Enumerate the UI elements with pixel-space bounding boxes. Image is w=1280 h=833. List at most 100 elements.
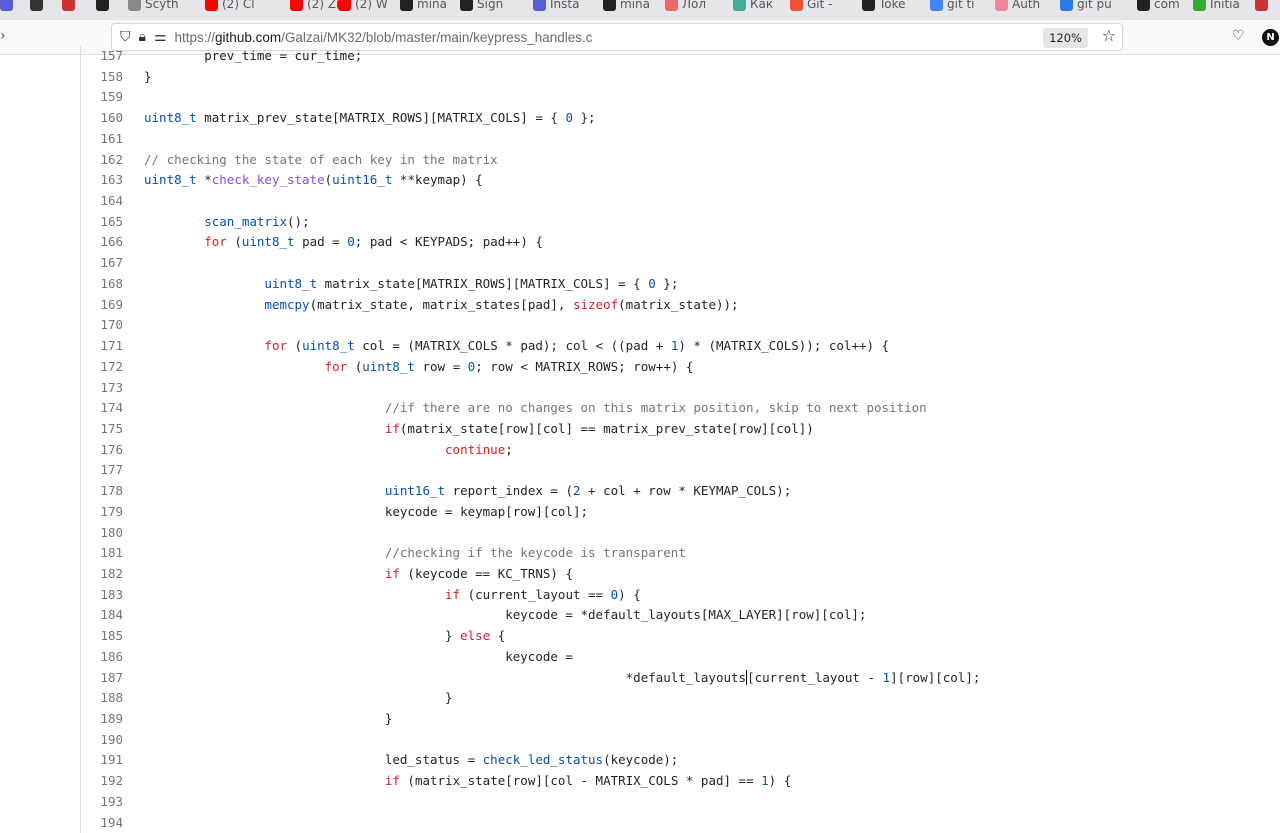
code-line: 173 xyxy=(81,378,1280,399)
code-token: for xyxy=(204,234,227,250)
browser-tab[interactable] xyxy=(62,0,79,14)
code-line: 186 keycode = xyxy=(81,647,1280,668)
line-number[interactable]: 194 xyxy=(81,813,123,833)
lock-icon[interactable]: 🔒︎ xyxy=(139,29,146,45)
tab-bar: Scyth (2) Cl (2) Zr (2) W mina Sign Insta mina Л… xyxy=(0,0,1280,20)
line-number[interactable]: 191 xyxy=(81,750,123,771)
line-number[interactable]: 168 xyxy=(81,274,123,295)
code-token: uint8_t xyxy=(144,110,197,126)
line-number[interactable]: 166 xyxy=(81,232,123,253)
back-icon[interactable]: › xyxy=(0,28,6,44)
code-line: 172 for (uint8_t row = 0; row < MATRIX_R… xyxy=(81,357,1280,378)
line-number[interactable]: 183 xyxy=(81,585,123,606)
line-number[interactable]: 190 xyxy=(81,730,123,751)
line-number[interactable]: 161 xyxy=(81,129,123,150)
browser-tab[interactable] xyxy=(96,0,113,14)
tab-favicon-icon xyxy=(1255,0,1268,11)
code-line: 170 xyxy=(81,315,1280,336)
browser-tab[interactable]: Auth xyxy=(995,0,1040,14)
line-number[interactable]: 186 xyxy=(81,647,123,668)
line-number[interactable]: 160 xyxy=(81,108,123,129)
browser-tab[interactable]: mina xyxy=(400,0,447,14)
line-number[interactable]: 179 xyxy=(81,502,123,523)
line-number[interactable]: 187 xyxy=(81,668,123,689)
line-number[interactable]: 193 xyxy=(81,792,123,813)
code-token: (keycode == KC_TRNS) { xyxy=(399,565,573,581)
line-number[interactable]: 175 xyxy=(81,419,123,440)
line-number[interactable]: 176 xyxy=(81,440,123,461)
browser-tab[interactable]: Initia xyxy=(1193,0,1240,14)
code-token: ; pad < KEYPADS; pad++) { xyxy=(354,234,543,250)
code-text: keycode = keymap[row][col]; xyxy=(123,502,588,523)
browser-tab[interactable]: Sign xyxy=(460,0,503,14)
browser-tab[interactable] xyxy=(1255,0,1272,14)
tab-label: git pu xyxy=(1077,0,1112,11)
url-text[interactable]: https://github.com/Galzai/MK32/blob/mast… xyxy=(175,30,593,45)
line-number[interactable]: 170 xyxy=(81,315,123,336)
line-number[interactable]: 157 xyxy=(81,46,123,67)
line-number[interactable]: 171 xyxy=(81,336,123,357)
line-number[interactable]: 167 xyxy=(81,253,123,274)
line-number[interactable]: 159 xyxy=(81,87,123,108)
line-number[interactable]: 174 xyxy=(81,398,123,419)
browser-tab[interactable]: mina xyxy=(603,0,650,14)
code-text: prev_time = cur_time; xyxy=(123,46,362,67)
line-number[interactable]: 182 xyxy=(81,564,123,585)
line-number[interactable]: 180 xyxy=(81,523,123,544)
browser-tab[interactable]: Toke xyxy=(862,0,906,14)
browser-tab[interactable]: Как xyxy=(733,0,773,14)
tab-label: Git - xyxy=(807,0,833,11)
code-text: scan_matrix(); xyxy=(123,212,309,233)
browser-tab[interactable]: Insta xyxy=(533,0,579,14)
line-number[interactable]: 162 xyxy=(81,150,123,171)
line-number[interactable]: 164 xyxy=(81,191,123,212)
line-number[interactable]: 172 xyxy=(81,357,123,378)
browser-tab[interactable]: (2) Cl xyxy=(205,0,255,14)
bookmark-star-icon[interactable]: ☆ xyxy=(1102,26,1116,45)
browser-tab[interactable] xyxy=(30,0,47,14)
browser-tab[interactable]: git pu xyxy=(1060,0,1112,14)
tab-label: Auth xyxy=(1012,0,1041,11)
code-token: ][row][col]; xyxy=(890,669,981,685)
code-text: if(matrix_state[row][col] == matrix_prev… xyxy=(123,419,814,440)
browser-tab[interactable]: com xyxy=(1137,0,1180,14)
line-number[interactable]: 158 xyxy=(81,67,123,88)
pocket-icon[interactable]: ♡ xyxy=(1232,28,1245,44)
line-number[interactable]: 169 xyxy=(81,295,123,316)
browser-tab[interactable]: (2) W xyxy=(338,0,388,14)
line-number[interactable]: 189 xyxy=(81,709,123,730)
browser-tab[interactable]: (2) Zr xyxy=(290,0,341,14)
code-text: uint16_t report_index = (2 + col + row *… xyxy=(123,481,791,502)
browser-tab[interactable]: Лол xyxy=(665,0,706,14)
line-number[interactable]: 188 xyxy=(81,688,123,709)
line-number[interactable]: 177 xyxy=(81,460,123,481)
zoom-level-button[interactable]: 120% xyxy=(1043,28,1088,48)
line-number[interactable]: 178 xyxy=(81,481,123,502)
browser-tab[interactable]: Scyth xyxy=(128,0,179,14)
line-number[interactable]: 165 xyxy=(81,212,123,233)
browser-tab[interactable]: Git - xyxy=(790,0,832,14)
code-line: 181 //checking if the keycode is transpa… xyxy=(81,543,1280,564)
tab-label: (2) Cl xyxy=(222,0,255,11)
browser-tab[interactable] xyxy=(0,0,17,14)
code-token: ( xyxy=(287,338,303,354)
line-number[interactable]: 181 xyxy=(81,543,123,564)
line-number[interactable]: 184 xyxy=(81,605,123,626)
tab-favicon-icon xyxy=(1060,0,1073,11)
tab-favicon-icon xyxy=(995,0,1008,11)
line-number[interactable]: 192 xyxy=(81,771,123,792)
line-number[interactable]: 173 xyxy=(81,378,123,399)
permissions-icon[interactable]: ⚌ xyxy=(154,29,167,45)
code-token: }; xyxy=(655,275,679,291)
shield-icon[interactable]: ⛉ xyxy=(120,29,131,45)
code-text: for (uint8_t pad = 0; pad < KEYPADS; pad… xyxy=(123,232,543,253)
browser-tab[interactable]: git ti xyxy=(930,0,975,14)
code-token: (matrix_state[row][col] == matrix_prev_s… xyxy=(399,420,814,436)
account-avatar[interactable]: N xyxy=(1262,29,1279,46)
line-number[interactable]: 185 xyxy=(81,626,123,647)
line-number[interactable]: 163 xyxy=(81,170,123,191)
